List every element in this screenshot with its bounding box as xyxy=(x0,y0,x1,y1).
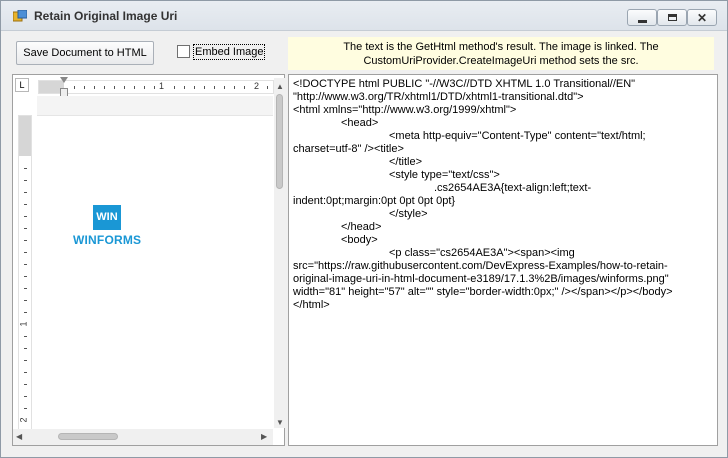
toolbar: Save Document to HTML Embed Image The te… xyxy=(1,32,727,74)
title-bar[interactable]: Retain Original Image Uri ✕ xyxy=(1,1,727,31)
logo-text: WINFORMS xyxy=(73,233,142,247)
ruler-tick xyxy=(74,86,75,89)
winforms-logo-image[interactable]: WIN WINFORMS xyxy=(73,205,141,249)
rich-edit-control[interactable]: L 1 2 1 2 WIN WINFORMS ▲ ▼ ◀ ▶ xyxy=(12,74,285,446)
ruler-tick xyxy=(204,86,205,89)
scroll-thumb[interactable] xyxy=(276,94,283,189)
ruler-tick xyxy=(194,86,195,89)
scroll-up-icon[interactable]: ▲ xyxy=(276,82,284,91)
tab-selector[interactable]: L xyxy=(15,78,29,92)
document-page[interactable]: WIN WINFORMS xyxy=(37,96,273,428)
info-line-2: CustomUriProvider.CreateImageUri method … xyxy=(363,55,639,67)
html-output-line: </html> xyxy=(293,299,330,311)
ruler-tick xyxy=(24,336,27,337)
html-output-line: src="https://raw.githubusercontent.com/D… xyxy=(293,260,668,272)
scroll-thumb[interactable] xyxy=(58,433,118,440)
html-output-line: <p class="cs2654AE3A"><span><img xyxy=(389,247,575,259)
logo-box: WIN xyxy=(93,205,121,230)
html-output-line: </style> xyxy=(389,208,428,220)
ruler-tick xyxy=(24,408,27,409)
ruler-tick xyxy=(24,168,27,169)
ruler-tick xyxy=(24,396,27,397)
ruler-tick xyxy=(267,86,268,89)
maximize-icon xyxy=(668,14,677,21)
html-output-line: width="81" height="57" alt="" style="bor… xyxy=(293,286,673,298)
ruler-tick xyxy=(24,264,27,265)
page-header-area xyxy=(37,96,273,116)
ruler-tick xyxy=(154,86,155,89)
ruler-tick xyxy=(24,276,27,277)
ruler-number: 1 xyxy=(18,321,29,327)
html-output-line: charset=utf-8" /><title> xyxy=(293,143,404,155)
ruler-tick xyxy=(244,86,245,89)
vertical-scrollbar[interactable]: ▲ ▼ xyxy=(274,78,285,428)
ruler-tick xyxy=(24,252,27,253)
close-icon: ✕ xyxy=(697,11,708,25)
html-output-line: .cs2654AE3A{text-align:left;text- xyxy=(434,182,592,194)
ruler-tick xyxy=(94,86,95,89)
html-output-line: </title> xyxy=(389,156,423,168)
ruler-tick xyxy=(134,86,135,89)
html-output-line: <style type="text/css"> xyxy=(389,169,500,181)
html-output-line: <html xmlns="http://www.w3.org/1999/xhtm… xyxy=(293,104,517,116)
first-line-indent-marker[interactable] xyxy=(60,77,68,83)
ruler-tick xyxy=(24,240,27,241)
html-output-line: indent:0pt;margin:0pt 0pt 0pt 0pt} xyxy=(293,195,456,207)
ruler-number: 1 xyxy=(159,81,165,91)
save-document-button[interactable]: Save Document to HTML xyxy=(16,41,154,65)
ruler-top-margin xyxy=(19,116,31,156)
horizontal-scrollbar[interactable]: ◀ ▶ xyxy=(13,429,273,445)
ruler-tick xyxy=(84,86,85,89)
ruler-tick xyxy=(24,204,27,205)
ruler-tick xyxy=(24,288,27,289)
ruler-tick xyxy=(24,360,27,361)
minimize-icon xyxy=(638,20,647,23)
info-line-1: The text is the GetHtml method's result.… xyxy=(343,41,659,53)
window-title: Retain Original Image Uri xyxy=(34,9,178,23)
ruler-tick xyxy=(144,86,145,89)
info-message: The text is the GetHtml method's result.… xyxy=(288,37,714,70)
ruler-tick xyxy=(24,372,27,373)
html-output-line: <meta http-equiv="Content-Type" content=… xyxy=(389,130,646,142)
html-output-line: original-image-uri-in-html-document-e318… xyxy=(293,273,669,285)
ruler-tick xyxy=(124,86,125,89)
ruler-tick xyxy=(174,86,175,89)
close-button[interactable]: ✕ xyxy=(687,9,717,26)
ruler-tick xyxy=(184,86,185,89)
main-window: Retain Original Image Uri ✕ Save Documen… xyxy=(0,0,728,458)
maximize-button[interactable] xyxy=(657,9,687,26)
scroll-left-icon[interactable]: ◀ xyxy=(16,432,22,441)
horizontal-ruler[interactable]: 1 2 xyxy=(38,80,274,94)
minimize-button[interactable] xyxy=(627,9,657,26)
app-icon xyxy=(13,10,27,22)
ruler-tick xyxy=(104,86,105,89)
embed-image-label[interactable]: Embed Image xyxy=(193,44,266,60)
html-output-line: <body> xyxy=(341,234,378,246)
scroll-right-icon[interactable]: ▶ xyxy=(261,432,267,441)
ruler-tick xyxy=(114,86,115,89)
ruler-tick xyxy=(24,228,27,229)
ruler-tick xyxy=(24,180,27,181)
ruler-tick xyxy=(224,86,225,89)
ruler-tick xyxy=(24,384,27,385)
ruler-tick xyxy=(24,216,27,217)
embed-image-checkbox[interactable] xyxy=(177,45,190,58)
scroll-down-icon[interactable]: ▼ xyxy=(276,418,284,427)
html-output-line: <head> xyxy=(341,117,379,129)
ruler-tick xyxy=(24,192,27,193)
ruler-tick xyxy=(24,300,27,301)
html-output-textbox[interactable]: <!DOCTYPE html PUBLIC "-//W3C//DTD XHTML… xyxy=(288,74,718,446)
html-output-line: </head> xyxy=(341,221,382,233)
html-output-line: "http://www.w3.org/TR/xhtml1/DTD/xhtml1-… xyxy=(293,91,584,103)
ruler-tick xyxy=(24,348,27,349)
vertical-ruler[interactable]: 1 2 xyxy=(18,115,32,433)
ruler-tick xyxy=(214,86,215,89)
ruler-tick xyxy=(24,312,27,313)
html-output-line: <!DOCTYPE html PUBLIC "-//W3C//DTD XHTML… xyxy=(293,78,636,90)
ruler-tick xyxy=(234,86,235,89)
ruler-number: 2 xyxy=(18,417,29,423)
ruler-number: 2 xyxy=(254,81,260,91)
